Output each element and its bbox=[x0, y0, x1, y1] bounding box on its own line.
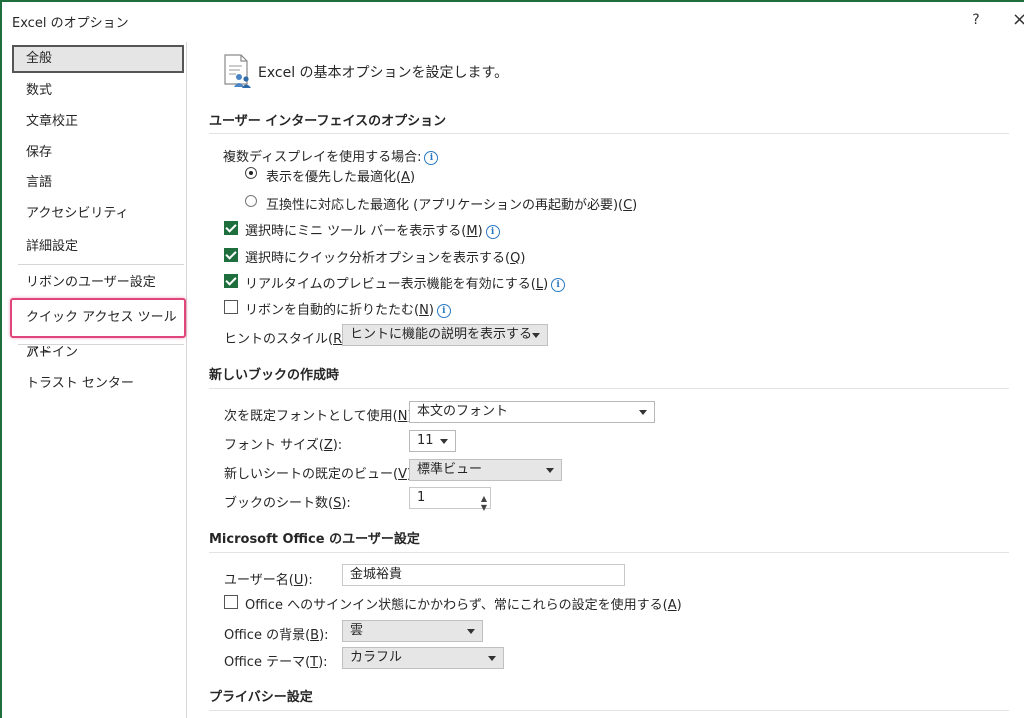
office-theme-dropdown[interactable]: カラフル bbox=[342, 647, 504, 669]
sidebar-divider bbox=[18, 264, 184, 265]
sheet-count-label: ブックのシート数(S): bbox=[224, 496, 351, 511]
default-font-label: 次を既定フォントとして使用(N): bbox=[224, 409, 417, 424]
section-divider bbox=[209, 710, 1009, 711]
checkbox-always-use[interactable] bbox=[224, 595, 238, 609]
chevron-down-icon bbox=[639, 410, 647, 415]
help-button[interactable]: ? bbox=[965, 8, 987, 32]
checkbox-collapse-ribbon[interactable] bbox=[224, 300, 238, 314]
sidebar-item-trust-center[interactable]: トラスト センター bbox=[12, 370, 184, 398]
sidebar-item-language[interactable]: 言語 bbox=[12, 169, 184, 197]
sidebar-item-accessibility[interactable]: アクセシビリティ bbox=[12, 200, 184, 228]
checkbox-collapse-ribbon-label[interactable]: リボンを自動的に折りたたむ(N) i bbox=[245, 299, 451, 318]
multi-display-label: 複数ディスプレイを使用する場合: i bbox=[223, 146, 439, 165]
chevron-down-icon bbox=[546, 468, 554, 473]
sheet-count-stepper[interactable]: 1 ▲ ▼ bbox=[409, 487, 491, 512]
section-divider bbox=[209, 552, 1009, 553]
checkbox-live-preview[interactable] bbox=[224, 274, 238, 288]
radio-optimize-compat[interactable] bbox=[245, 195, 257, 207]
window-title: Excel のオプション bbox=[12, 16, 129, 31]
section-title-new-workbook: 新しいブックの作成時 bbox=[209, 368, 340, 383]
sidebar-item-formulas[interactable]: 数式 bbox=[12, 77, 184, 105]
section-title-privacy: プライバシー設定 bbox=[209, 690, 313, 705]
default-font-dropdown[interactable]: 本文のフォント bbox=[409, 401, 655, 423]
title-bar: Excel のオプション ? × bbox=[2, 2, 1024, 36]
checkbox-mini-toolbar-label[interactable]: 選択時にミニ ツール バーを表示する(M) i bbox=[245, 220, 500, 239]
checkbox-live-preview-label[interactable]: リアルタイムのプレビュー表示機能を有効にする(L) i bbox=[245, 273, 566, 292]
sidebar-item-customize-ribbon[interactable]: リボンのユーザー設定 bbox=[12, 269, 184, 297]
section-divider bbox=[209, 133, 1009, 134]
page-heading: Excel の基本オプションを設定します。 bbox=[258, 65, 509, 81]
sidebar-item-general[interactable]: 全般 bbox=[12, 45, 184, 73]
chevron-down-icon bbox=[440, 439, 448, 444]
username-label: ユーザー名(U): bbox=[224, 573, 313, 588]
general-options-panel: Excel の基本オプションを設定します。 ユーザー インターフェイスのオプショ… bbox=[196, 42, 1024, 718]
section-divider bbox=[209, 388, 1009, 389]
window-left-border bbox=[0, 0, 2, 718]
info-icon[interactable]: i bbox=[485, 225, 500, 239]
radio-optimize-compat-label[interactable]: 互換性に対応した最適化 (アプリケーションの再起動が必要)(C) bbox=[266, 194, 637, 213]
default-view-label: 新しいシートの既定のビュー(V): bbox=[224, 467, 416, 482]
sidebar: 全般 数式 文章校正 保存 言語 アクセシビリティ 詳細設定 リボンのユーザー設… bbox=[10, 42, 187, 718]
info-icon[interactable]: i bbox=[436, 304, 451, 318]
chevron-down-icon bbox=[532, 333, 540, 338]
username-input[interactable]: 金城裕貴 bbox=[342, 564, 625, 586]
office-background-dropdown[interactable]: 雲 bbox=[342, 620, 483, 642]
info-icon[interactable]: i bbox=[551, 278, 566, 292]
office-theme-label: Office テーマ(T): bbox=[224, 655, 328, 670]
chevron-down-icon bbox=[467, 629, 475, 634]
radio-optimize-display[interactable] bbox=[245, 167, 257, 179]
office-background-label: Office の背景(B): bbox=[224, 628, 329, 643]
sidebar-item-proofing[interactable]: 文章校正 bbox=[12, 108, 184, 136]
tooltip-style-label: ヒントのスタイル(R): bbox=[224, 332, 352, 347]
close-button[interactable]: × bbox=[1012, 6, 1024, 34]
tooltip-style-dropdown[interactable]: ヒントに機能の説明を表示する bbox=[342, 324, 548, 346]
info-icon[interactable]: i bbox=[424, 151, 439, 165]
font-size-dropdown[interactable]: 11 bbox=[409, 430, 456, 452]
radio-optimize-display-label[interactable]: 表示を優先した最適化(A) bbox=[266, 166, 415, 185]
section-title-office: Microsoft Office のユーザー設定 bbox=[209, 532, 420, 547]
checkbox-quick-analysis[interactable] bbox=[224, 248, 238, 262]
sidebar-item-advanced[interactable]: 詳細設定 bbox=[12, 233, 184, 261]
sidebar-item-addins[interactable]: アドイン bbox=[12, 339, 184, 367]
checkbox-always-use-label[interactable]: Office へのサインイン状態にかかわらず、常にこれらの設定を使用する(A) bbox=[245, 594, 682, 613]
chevron-down-icon bbox=[488, 656, 496, 661]
default-view-dropdown[interactable]: 標準ビュー bbox=[409, 459, 562, 481]
checkbox-quick-analysis-label[interactable]: 選択時にクイック分析オプションを表示する(Q) bbox=[245, 247, 525, 266]
sidebar-item-quick-access-toolbar[interactable]: クイック アクセス ツール バー bbox=[10, 298, 186, 361]
section-title-ui-options: ユーザー インターフェイスのオプション bbox=[209, 114, 447, 129]
font-size-label: フォント サイズ(Z): bbox=[224, 438, 343, 453]
general-settings-icon bbox=[224, 54, 251, 88]
checkbox-mini-toolbar[interactable] bbox=[224, 221, 238, 235]
spin-down-icon[interactable]: ▼ bbox=[481, 498, 487, 518]
sidebar-item-save[interactable]: 保存 bbox=[12, 139, 184, 167]
